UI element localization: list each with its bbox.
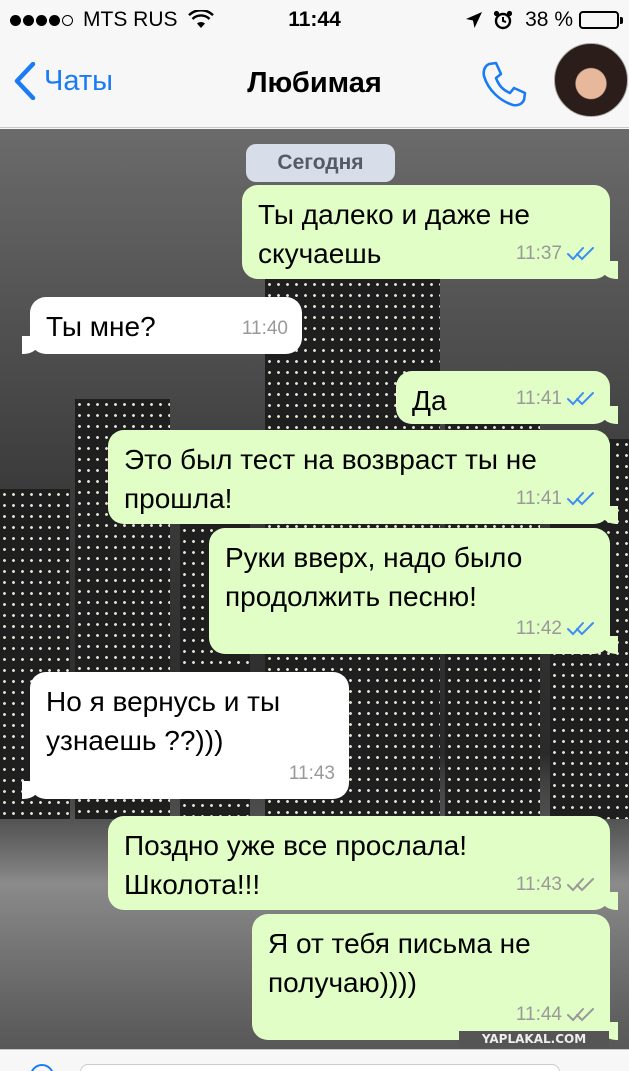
battery-percent: 38 % [525, 8, 573, 31]
message-meta: 11:41 [516, 479, 596, 518]
delivered-ticks-icon [567, 621, 594, 635]
message-text: Руки вверх, надо было продолжить песню! [225, 542, 523, 612]
message-input[interactable] [80, 1064, 560, 1071]
message-meta: 11:37 [516, 234, 596, 273]
message-text: Я от тебя письма не получаю)))) [268, 928, 531, 998]
delivered-ticks-icon [567, 1007, 594, 1021]
status-right: 38 % [465, 8, 623, 32]
chat-title: Любимая [247, 67, 382, 99]
message-time: 11:41 [515, 388, 562, 409]
contact-avatar[interactable] [554, 43, 628, 117]
message-time: 11:40 [241, 318, 288, 339]
chat-area[interactable]: Сегодня Ты далеко и даже не скучаешь 11:3… [0, 129, 629, 1049]
date-separator: Сегодня [246, 144, 395, 182]
message-meta: 11:43 [516, 865, 596, 904]
message-meta: 11:42 [516, 609, 596, 648]
location-arrow-icon [466, 12, 483, 28]
outgoing-message[interactable]: Поздно уже все прослала! Школота!!! 11:43 [108, 816, 618, 910]
outgoing-message[interactable]: Это был тест на возвраст ты не прошла! 11… [108, 430, 618, 524]
attach-icon[interactable] [30, 1064, 54, 1071]
phone-call-icon[interactable] [478, 58, 530, 110]
message-time: 11:37 [515, 243, 562, 264]
outgoing-message[interactable]: Да 11:41 [396, 371, 618, 424]
outgoing-message[interactable]: Руки вверх, надо было продолжить песню! 1… [209, 528, 618, 654]
status-bar: MTS RUS 11:44 38 % [0, 0, 629, 40]
incoming-message[interactable]: Но я вернусь и ты узнаешь ??))) 11:43 [22, 672, 349, 799]
message-time: 11:42 [515, 618, 562, 639]
watermark: YAPLAKAL.COM [459, 1031, 609, 1048]
message-input-bar [0, 1049, 629, 1071]
delivered-ticks-icon [567, 877, 594, 891]
message-meta: 11:43 [289, 754, 335, 793]
incoming-message[interactable]: Ты мне? 11:40 [22, 297, 302, 354]
delivered-ticks-icon [567, 491, 594, 505]
message-time: 11:43 [515, 874, 562, 895]
outgoing-message[interactable]: Я от тебя письма не получаю)))) 11:44 [252, 914, 618, 1040]
message-time: 11:41 [515, 488, 562, 509]
message-text: Но я вернусь и ты узнаешь ??))) [46, 686, 281, 756]
delivered-ticks-icon [567, 391, 594, 405]
battery-icon [579, 11, 623, 29]
message-meta: 11:41 [516, 379, 596, 418]
alarm-clock-icon [494, 10, 513, 30]
message-time: 11:43 [288, 763, 335, 784]
message-meta: 11:44 [516, 995, 596, 1034]
navigation-bar: Чаты Любимая [0, 40, 629, 128]
outgoing-message[interactable]: Ты далеко и даже не скучаешь 11:37 [242, 185, 618, 279]
message-time: 11:44 [515, 1004, 562, 1025]
delivered-ticks-icon [567, 246, 594, 260]
message-meta: 11:40 [242, 309, 288, 348]
